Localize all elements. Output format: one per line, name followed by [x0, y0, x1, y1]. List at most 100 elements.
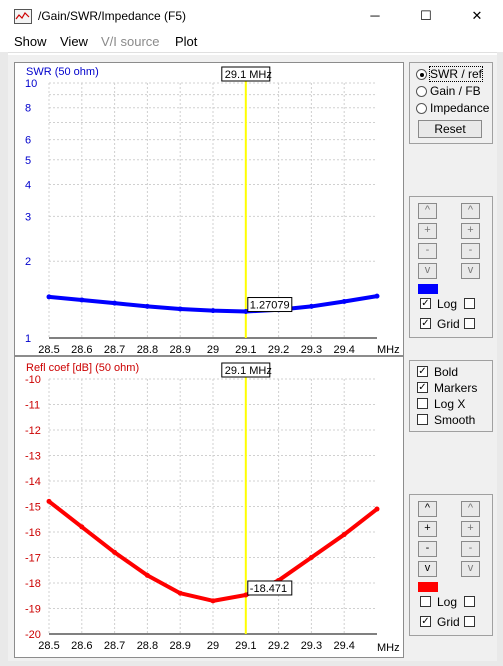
display-options: ✓ Bold ✓ Markers Log X Smooth	[409, 360, 493, 432]
swr-left-minus-button[interactable]: -	[418, 243, 437, 259]
swr-panel: SWR (50 ohm) 10 8 6 5 4 3 2 1 28.5 28.6 28.7 28.8 2…	[14, 62, 404, 356]
refl-log2-check[interactable]	[464, 596, 475, 607]
y-tick-label: -16	[25, 527, 41, 539]
swr-right-minus-button[interactable]: -	[461, 243, 480, 259]
refl-grid-label: Grid	[437, 615, 460, 629]
menu-show[interactable]: Show	[14, 34, 47, 49]
swr-right-down-button[interactable]: v	[461, 263, 480, 279]
refl-panel: Refl coef [dB] (50 ohm) -10 -11 -12 -13 -14 -…	[14, 356, 404, 658]
refl-ylabel: Refl coef [dB] (50 ohm)	[26, 362, 139, 374]
y-tick-label: 10	[25, 78, 37, 90]
bold-check[interactable]: ✓	[417, 366, 428, 377]
refl-left-minus-button[interactable]: -	[418, 541, 437, 557]
series-point	[144, 572, 150, 578]
x-tick-label: 29.2	[268, 344, 289, 355]
swr-ylabel: SWR (50 ohm)	[26, 66, 99, 78]
smooth-check[interactable]	[417, 414, 428, 425]
x-tick-label: 28.7	[104, 344, 125, 355]
logx-label: Log X	[434, 397, 466, 411]
y-tick-label: -11	[25, 400, 40, 412]
refl-grid-check[interactable]: ✓	[420, 616, 431, 627]
radio-gain-label: Gain / FB	[430, 84, 481, 98]
x-tick-label: 28.5	[38, 640, 59, 652]
swr-right-up-button[interactable]: ^	[461, 203, 480, 219]
x-tick-label: 28.6	[71, 640, 92, 652]
x-tick-label: 29	[207, 344, 219, 355]
series-point	[112, 300, 118, 306]
radio-impedance-dot[interactable]	[416, 103, 427, 114]
markers-check[interactable]: ✓	[417, 382, 428, 393]
radio-gain-dot[interactable]	[416, 86, 427, 97]
x-tick-label: 28.6	[71, 344, 92, 355]
swr-grid2-check[interactable]	[464, 318, 475, 329]
y-tick-label: -17	[25, 553, 41, 565]
app-icon	[14, 9, 32, 24]
series-point	[177, 590, 183, 596]
swr-log-label: Log	[437, 297, 458, 311]
x-tick-label: 29	[207, 640, 219, 652]
swr-cursor-label: 29.1 MHz	[225, 69, 272, 81]
swr-left-up-button[interactable]: ^	[418, 203, 437, 219]
logx-check[interactable]	[417, 398, 428, 409]
y-tick-label: 8	[25, 103, 31, 115]
radio-swr-dot[interactable]	[416, 69, 427, 80]
refl-right-plus-button[interactable]: +	[461, 521, 480, 537]
series-point	[46, 294, 52, 300]
series-point	[79, 297, 85, 303]
swr-left-down-button[interactable]: v	[418, 263, 437, 279]
refl-cursor-label: 29.1 MHz	[225, 365, 272, 377]
y-tick-label: -18	[25, 578, 41, 590]
series-point	[46, 498, 52, 504]
x-tick-label: 28.8	[137, 640, 158, 652]
x-tick-label: 29.3	[301, 640, 322, 652]
y-tick-label: 4	[25, 179, 31, 191]
y-tick-label: -15	[25, 502, 41, 514]
swr-log2-check[interactable]	[464, 298, 475, 309]
refl-right-up-button[interactable]: ^	[461, 501, 480, 517]
series-point	[341, 532, 347, 538]
menu-bar: Show View V/I source Plot	[0, 32, 503, 53]
y-tick-label: -13	[25, 451, 41, 463]
bold-label: Bold	[434, 365, 459, 379]
swr-right-plus-button[interactable]: +	[461, 223, 480, 239]
menu-view[interactable]: View	[60, 34, 88, 49]
refl-right-down-button[interactable]: v	[461, 561, 480, 577]
refl-marker-value: -18.471	[250, 583, 287, 595]
series-point	[308, 303, 314, 309]
swr-left-plus-button[interactable]: +	[418, 223, 437, 239]
y-tick-label: 1	[25, 333, 31, 345]
refl-left-up-button[interactable]: ^	[418, 501, 437, 517]
swr-color-swatch[interactable]	[418, 284, 438, 294]
minimize-icon[interactable]: ─	[355, 4, 395, 28]
swr-marker-value: 1.27079	[250, 300, 290, 312]
series-point	[177, 306, 183, 312]
reset-button[interactable]: Reset	[418, 120, 482, 138]
refl-log-label: Log	[437, 595, 458, 609]
menu-vi-source[interactable]: V/I source	[101, 34, 160, 49]
swr-x-unit: MHz	[377, 344, 400, 355]
close-icon[interactable]: ✕	[457, 4, 497, 28]
swr-log-check[interactable]: ✓	[420, 298, 431, 309]
refl-x-unit: MHz	[377, 642, 400, 654]
series-point	[79, 524, 85, 530]
refl-grid2-check[interactable]	[464, 616, 475, 627]
y-tick-label: 3	[25, 211, 31, 223]
x-tick-label: 29.1	[235, 344, 256, 355]
series-point	[374, 506, 380, 512]
swr-grid-check[interactable]: ✓	[420, 318, 431, 329]
refl-log-check[interactable]	[420, 596, 431, 607]
x-tick-label: 29.2	[268, 640, 289, 652]
refl-color-swatch[interactable]	[418, 582, 438, 592]
refl-left-down-button[interactable]: v	[418, 561, 437, 577]
maximize-icon[interactable]: ☐	[406, 4, 446, 28]
x-tick-label: 28.9	[169, 640, 190, 652]
title-bar: /Gain/SWR/Impedance (F5) ─ ☐ ✕	[0, 0, 503, 32]
refl-left-plus-button[interactable]: +	[418, 521, 437, 537]
y-tick-label: -12	[25, 425, 41, 437]
refl-right-minus-button[interactable]: -	[461, 541, 480, 557]
swr-controls: ^ + - v ^ + - v ✓ Log ✓ Grid	[409, 196, 493, 338]
y-tick-label: 2	[25, 256, 31, 268]
menu-plot[interactable]: Plot	[175, 34, 197, 49]
series-point	[210, 308, 216, 314]
markers-label: Markers	[434, 381, 478, 395]
